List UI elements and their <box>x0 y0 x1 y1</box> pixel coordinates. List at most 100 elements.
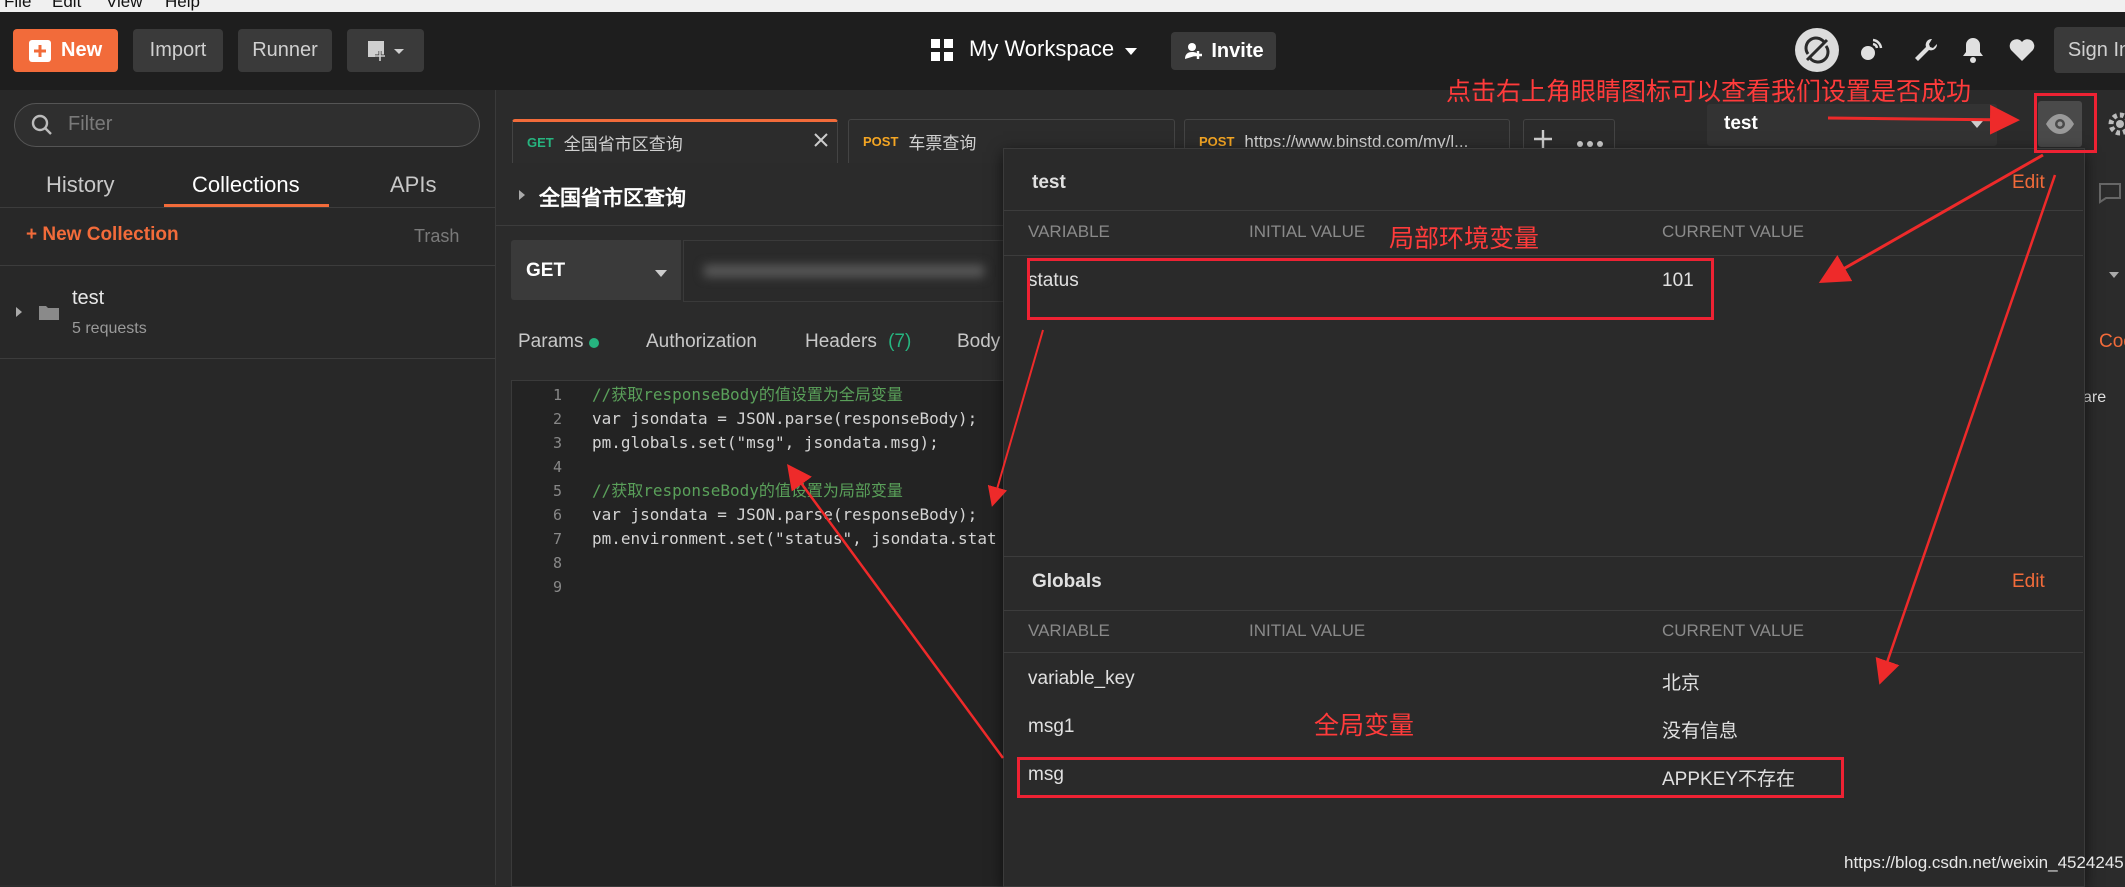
sign-in-button[interactable]: Sign In <box>2054 27 2125 73</box>
col-current-value: CURRENT VALUE <box>1662 621 1805 640</box>
code-text: //获取responseBody的值设置为全局变量 <box>592 385 903 404</box>
popup-divider <box>1003 255 2083 256</box>
tab-params[interactable]: Params <box>518 331 583 353</box>
chevron-down-icon[interactable] <box>1970 117 1984 135</box>
menu-file[interactable]: File <box>4 0 31 12</box>
code-line[interactable]: 9 <box>520 575 1010 599</box>
tab-method: POST <box>1199 134 1235 149</box>
request-tab-1[interactable]: GET 全国省市区查询 <box>512 119 838 163</box>
code-text: var jsondata = JSON.parse(responseBody); <box>592 409 978 428</box>
tab-title: 全国省市区查询 <box>563 135 683 154</box>
add-user-icon <box>1185 43 1203 59</box>
col-current-value: CURRENT VALUE <box>1662 222 1805 241</box>
tab-title: 车票查询 <box>908 134 977 153</box>
popup-divider <box>1003 652 2083 653</box>
tab-authorization[interactable]: Authorization <box>646 331 757 353</box>
code-line[interactable]: 7 pm.environment.set("status", jsondata.s… <box>520 527 1010 551</box>
env-edit-link[interactable]: Edit <box>2012 172 2045 194</box>
close-tab-icon[interactable] <box>812 131 830 154</box>
globals-edit-link[interactable]: Edit <box>2012 571 2045 593</box>
col-initial-value: INITIAL VALUE <box>1249 222 1366 241</box>
annotation-box-eye <box>2034 93 2097 153</box>
tab-history[interactable]: History <box>46 172 114 198</box>
tab-headers[interactable]: Headers (7) <box>805 331 911 353</box>
new-collection-button[interactable]: + New Collection <box>26 224 179 246</box>
collection-name: test <box>72 287 105 309</box>
request-title[interactable]: 全国省市区查询 <box>539 182 686 212</box>
line-number: 2 <box>552 410 562 428</box>
code-area[interactable]: 1 //获取responseBody的值设置为全局变量 2 var jsondata … <box>520 383 1010 623</box>
tab-method: GET <box>527 135 554 150</box>
line-number: 4 <box>552 458 562 476</box>
cookies-link[interactable]: Coo <box>2099 331 2125 353</box>
col-initial-value: INITIAL VALUE <box>1249 621 1366 640</box>
wrench-icon[interactable] <box>1912 36 1940 69</box>
code-line[interactable]: 8 <box>520 551 1010 575</box>
comment-icon[interactable] <box>2098 182 2122 209</box>
caret-right-icon[interactable] <box>15 305 23 323</box>
headers-label: Headers <box>805 331 877 352</box>
code-line[interactable]: 3 pm.globals.set("msg", jsondata.msg); <box>520 431 1010 455</box>
tab-apis[interactable]: APIs <box>390 172 436 198</box>
new-window-button[interactable] <box>347 29 424 72</box>
line-number: 8 <box>552 554 562 572</box>
line-number: 9 <box>552 578 562 596</box>
code-line[interactable]: 2 var jsondata = JSON.parse(responseBody)… <box>520 407 1010 431</box>
search-icon <box>30 113 54 142</box>
collection-item-test[interactable] <box>0 270 495 358</box>
chevron-down-icon[interactable] <box>2108 266 2120 284</box>
folder-icon <box>38 303 60 326</box>
menu-bar: File Edit View Help <box>0 0 2125 12</box>
code-line[interactable]: 1 //获取responseBody的值设置为全局变量 <box>520 383 1010 407</box>
global-variable-current: 北京 <box>1662 673 1701 694</box>
watermark: https://blog.csdn.net/weixin_45242451 <box>1844 853 2125 872</box>
caret-right-icon[interactable] <box>518 188 526 206</box>
tab-body[interactable]: Body <box>957 331 1000 353</box>
col-variable: VARIABLE <box>1028 621 1110 640</box>
plus-icon <box>29 39 51 62</box>
sidebar-divider <box>0 207 495 208</box>
line-number: 3 <box>552 434 562 452</box>
environment-selected: test <box>1724 113 1758 134</box>
import-button[interactable]: Import <box>133 29 223 72</box>
settings-gear-icon[interactable] <box>2106 110 2125 143</box>
workspace-dropdown-icon[interactable] <box>1124 44 1138 62</box>
satellite-icon[interactable] <box>1857 36 1885 69</box>
line-number: 7 <box>552 530 562 548</box>
menu-edit[interactable]: Edit <box>52 0 81 12</box>
annotation-global-text: 全局变量 <box>1314 712 1415 740</box>
heart-icon[interactable] <box>2008 38 2036 67</box>
workspace-name[interactable]: My Workspace <box>969 36 1114 62</box>
tab-collections[interactable]: Collections <box>192 172 300 198</box>
new-button[interactable]: New <box>13 29 118 72</box>
annotation-local-text: 局部环境变量 <box>1389 225 1540 253</box>
global-variable-name: msg1 <box>1028 716 1075 737</box>
url-input[interactable] <box>683 240 1015 302</box>
tab-method: POST <box>863 134 899 149</box>
annotation-top-text: 点击右上角眼睛图标可以查看我们设置是否成功 <box>1446 78 1972 106</box>
code-line[interactable]: 5 //获取responseBody的值设置为局部变量 <box>520 479 1010 503</box>
menu-view[interactable]: View <box>106 0 143 12</box>
annotation-box-status <box>1027 258 1714 320</box>
runner-button[interactable]: Runner <box>238 29 332 72</box>
code-line[interactable]: 6 var jsondata = JSON.parse(responseBody)… <box>520 503 1010 527</box>
new-label: New <box>61 39 103 61</box>
annotation-box-msg <box>1017 757 1844 798</box>
chevron-down-icon[interactable] <box>654 266 668 284</box>
code-line[interactable]: 4 <box>520 455 1010 479</box>
bell-icon[interactable] <box>1960 36 1986 69</box>
method-label: GET <box>526 260 566 281</box>
code-text: pm.globals.set("msg", jsondata.msg); <box>592 433 939 452</box>
menu-help[interactable]: Help <box>165 0 200 12</box>
sidebar <box>0 90 496 885</box>
trash-link[interactable]: Trash <box>414 226 459 247</box>
invite-label: Invite <box>1211 39 1264 62</box>
new-window-icon <box>367 40 404 61</box>
globals-section-title: Globals <box>1032 571 1102 592</box>
invite-button[interactable]: Invite <box>1171 32 1276 70</box>
popup-divider <box>1003 610 2083 611</box>
workspaces-icon[interactable] <box>930 38 954 67</box>
sync-off-icon[interactable] <box>1795 28 1839 72</box>
popup-divider <box>1003 556 2083 557</box>
share-label: are <box>2083 389 2107 406</box>
